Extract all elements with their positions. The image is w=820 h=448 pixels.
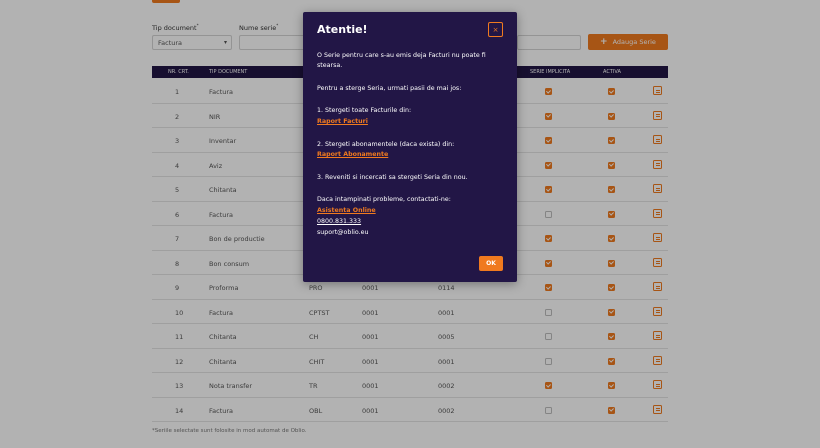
alert-modal: Atentie! × O Serie pentru care s-au emis… [303,12,517,282]
modal-text-1: O Serie pentru care s-au emis deja Factu… [317,52,486,69]
raport-abonamente-link[interactable]: Raport Abonamente [317,151,388,158]
modal-contact: Daca intampinati probleme, contactati-ne… [317,196,451,203]
modal-step-3: 3. Reveniti si incercati sa stergeti Ser… [317,174,468,181]
close-icon[interactable]: × [488,22,503,37]
modal-step-1: 1. Stergeti toate Facturile din: [317,107,412,114]
modal-title: Atentie! [317,23,368,36]
phone-link[interactable]: 0800.831.333 [317,218,361,225]
modal-text-2: Pentru a sterge Seria, urmati pasii de m… [317,85,462,92]
email-text: suport@oblio.eu [317,229,369,236]
ok-button[interactable]: OK [479,256,503,271]
raport-facturi-link[interactable]: Raport Facturi [317,118,368,125]
asistenta-online-link[interactable]: Asistenta Online [317,207,376,214]
modal-step-2: 2. Stergeti abonamentele (daca exista) d… [317,141,455,148]
